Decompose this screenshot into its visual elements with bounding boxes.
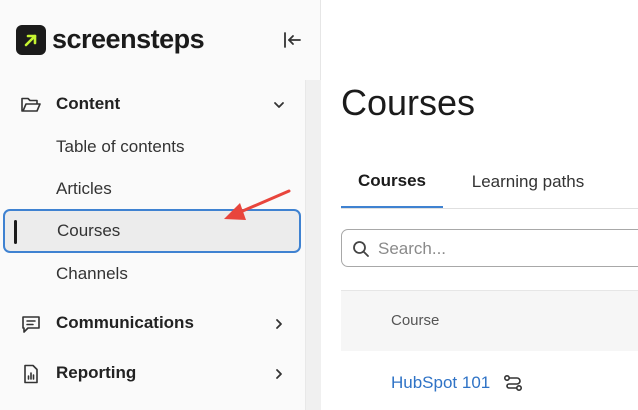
sidebar-section-content[interactable]: Content: [0, 84, 305, 124]
collapse-sidebar-button[interactable]: [278, 26, 306, 54]
sidebar-scrollbar[interactable]: [305, 80, 321, 410]
sidebar-section-label: Communications: [56, 313, 194, 332]
sidebar-section-communications[interactable]: Communications: [0, 303, 305, 343]
chevron-down-icon: [274, 102, 284, 108]
sidebar-item-label: Channels: [56, 264, 128, 283]
sidebar-item-label: Courses: [57, 221, 121, 240]
table-row: HubSpot 101: [341, 351, 638, 410]
course-link[interactable]: HubSpot 101: [391, 373, 490, 393]
search-input[interactable]: [376, 236, 638, 262]
sidebar-item-label: Articles: [56, 179, 112, 198]
brand-mark-icon: [16, 24, 46, 55]
brand-name: screensteps: [52, 24, 205, 54]
sidebar-item-articles[interactable]: Articles: [0, 169, 305, 209]
tab-learning-paths[interactable]: Learning paths: [453, 156, 603, 207]
chevron-right-icon: [276, 319, 282, 329]
tab-courses[interactable]: Courses: [341, 156, 443, 208]
sidebar-section-label: Content: [56, 94, 121, 113]
sidebar-item-courses[interactable]: Courses: [3, 209, 301, 253]
sidebar-section-reporting[interactable]: Reporting: [0, 353, 305, 393]
active-indicator: [14, 220, 17, 244]
main-content: Courses Courses Learning paths Course Hu…: [321, 0, 638, 410]
search-icon: [353, 241, 369, 257]
collapse-left-icon: [284, 32, 301, 48]
table-header: Course: [341, 290, 638, 352]
sidebar-item-table-of-contents[interactable]: Table of contents: [0, 127, 305, 167]
chevron-right-icon: [276, 369, 282, 379]
sidebar-item-label: Table of contents: [56, 137, 185, 156]
sidebar-item-channels[interactable]: Channels: [0, 254, 305, 294]
sidebar-section-label: Reporting: [56, 363, 137, 382]
report-document-icon: [24, 364, 38, 384]
message-square-icon: [22, 316, 40, 333]
search-box: [341, 229, 638, 267]
column-header-course[interactable]: Course: [391, 312, 439, 329]
brand-logo[interactable]: screensteps: [16, 24, 205, 55]
page-title: Courses: [341, 82, 476, 123]
learning-path-icon: [503, 374, 523, 392]
folder-open-icon: [21, 97, 41, 112]
sidebar: screensteps Content Table of contents Ar…: [0, 0, 321, 410]
tab-bar: Courses Learning paths: [341, 156, 638, 209]
